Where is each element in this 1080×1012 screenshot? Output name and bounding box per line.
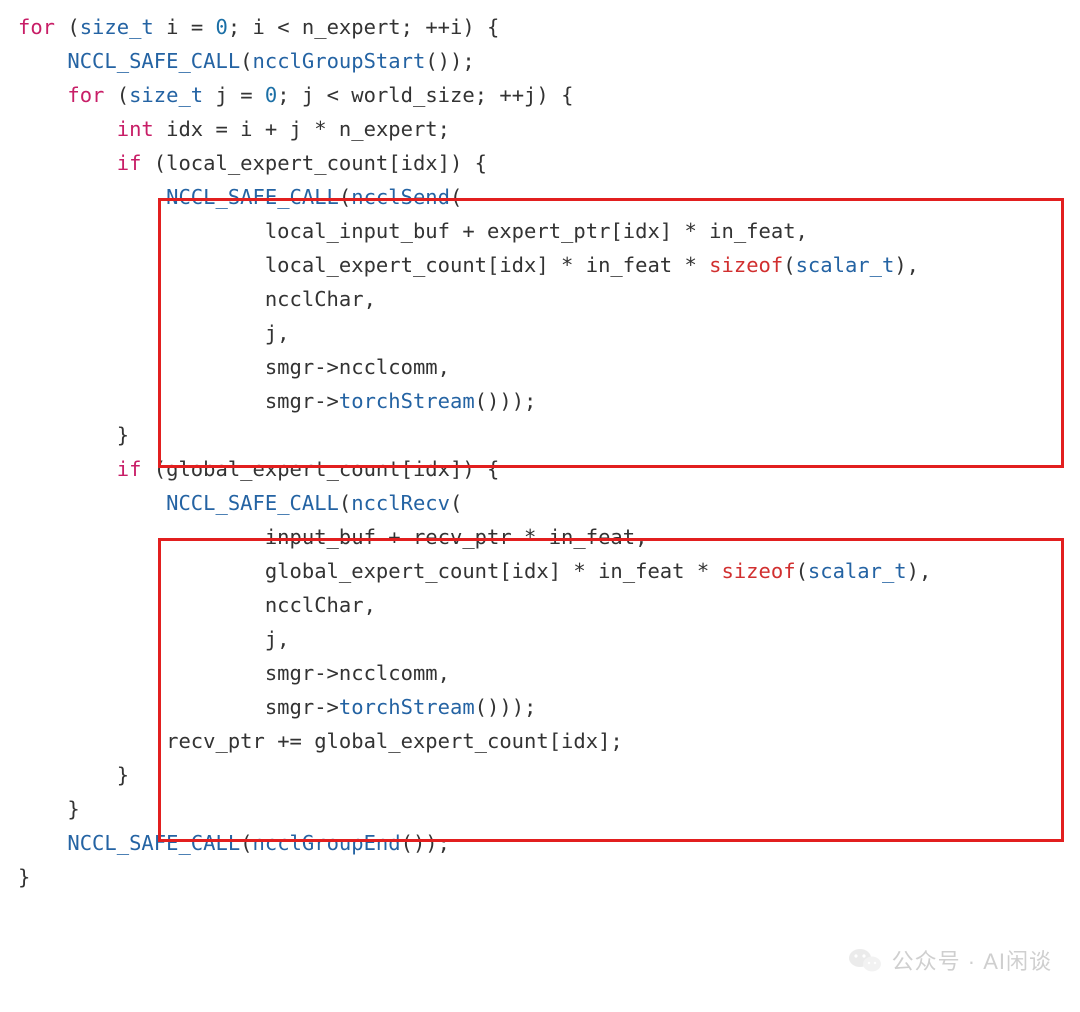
fn-nccl-safe-call-2: NCCL_SAFE_CALL	[166, 185, 339, 209]
kw-sizeof-1: sizeof	[709, 253, 783, 277]
line-ncclChar-2: ncclChar,	[265, 593, 376, 617]
fn-torchStream-1: torchStream	[339, 389, 475, 413]
watermark: 公众号 · AI闲谈	[848, 944, 1052, 976]
line-ncclcomm-1: smgr->ncclcomm,	[265, 355, 450, 379]
kw-for-2: for	[67, 83, 104, 107]
fn-ncclGroupEnd: ncclGroupEnd	[253, 831, 401, 855]
line-ncclcomm-2: smgr->ncclcomm,	[265, 661, 450, 685]
type-scalar_t-1: scalar_t	[796, 253, 895, 277]
var-j: j	[216, 83, 228, 107]
fn-nccl-safe-call-3: NCCL_SAFE_CALL	[166, 491, 339, 515]
brace-close-4: }	[18, 865, 30, 889]
kw-for-1: for	[18, 15, 55, 39]
brace-close-3: }	[67, 797, 79, 821]
kw-sizeof-2: sizeof	[722, 559, 796, 583]
kw-if-1: if	[117, 151, 142, 175]
type-size_t-1: size_t	[80, 15, 154, 39]
fn-ncclGroupStart: ncclGroupStart	[253, 49, 426, 73]
line-ncclChar-1: ncclChar,	[265, 287, 376, 311]
line-j-1: j,	[265, 321, 290, 345]
fn-nccl-safe-call-4: NCCL_SAFE_CALL	[67, 831, 240, 855]
fn-nccl-safe-call-1: NCCL_SAFE_CALL	[67, 49, 240, 73]
fn-ncclSend: ncclSend	[351, 185, 450, 209]
wechat-icon	[848, 946, 882, 974]
line-recvptr: recv_ptr += global_expert_count[idx];	[166, 729, 623, 753]
type-scalar_t-2: scalar_t	[808, 559, 907, 583]
fn-ncclRecv: ncclRecv	[351, 491, 450, 515]
num-0-2: 0	[265, 83, 277, 107]
num-0-1: 0	[216, 15, 228, 39]
brace-close-2: }	[117, 763, 129, 787]
brace-close-1: }	[117, 423, 129, 447]
fn-torchStream-2: torchStream	[339, 695, 475, 719]
line-j-2: j,	[265, 627, 290, 651]
code-block: for (size_t i = 0; i < n_expert; ++i) { …	[0, 0, 1080, 912]
line-send-arg1: local_input_buf + expert_ptr[idx] * in_f…	[265, 219, 808, 243]
watermark-text: 公众号 · AI闲谈	[892, 944, 1052, 976]
kw-int: int	[117, 117, 154, 141]
line-recv-arg1: input_buf + recv_ptr * in_feat,	[265, 525, 648, 549]
kw-if-2: if	[117, 457, 142, 481]
type-size_t-2: size_t	[129, 83, 203, 107]
var-i: i	[166, 15, 178, 39]
